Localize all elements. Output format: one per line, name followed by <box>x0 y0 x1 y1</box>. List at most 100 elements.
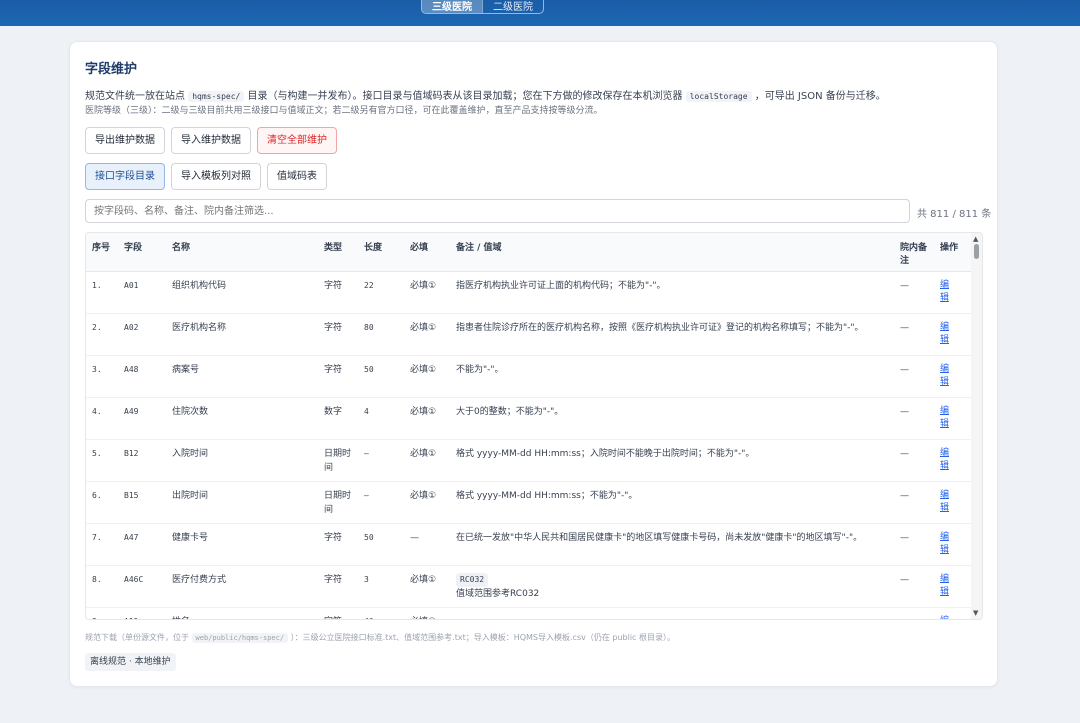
cell-type: 字符 <box>324 532 343 543</box>
cell-action: 编辑 <box>934 607 972 620</box>
cell-action: 编辑 <box>934 271 972 313</box>
cell-length: 40 <box>358 607 404 620</box>
cell-length: — <box>364 490 369 500</box>
scroll-thumb[interactable] <box>974 244 979 259</box>
value-range-text: 值域范围参考RC032 <box>456 588 540 599</box>
cell-action: 编辑 <box>934 439 972 481</box>
cell-code: A11 <box>118 607 166 620</box>
cell-no: 3. <box>92 364 102 374</box>
cell-note: 指医疗机构执业许可证上面的机构代码；不能为"-"。 <box>456 280 666 291</box>
cell-name: 住院次数 <box>172 406 209 417</box>
maintenance-actions: 导出维护数据 导入维护数据 清空全部维护 <box>85 127 337 154</box>
edit-link[interactable]: 编辑 <box>940 489 950 515</box>
cell-name: 组织机构代码 <box>172 280 227 291</box>
cell-required: 必填① <box>410 322 437 333</box>
cell-no: 9. <box>86 607 118 620</box>
cell-length: — <box>364 448 369 458</box>
cell-name: 姓名 <box>166 607 318 620</box>
cell-no: 2. <box>92 322 102 332</box>
table-scrollbar[interactable]: ▲ ▼ <box>971 233 982 619</box>
cell-hospital-note: — <box>900 574 909 585</box>
cell-action: 编辑 <box>934 565 972 607</box>
cell-type: 日期时间 <box>324 448 352 473</box>
filter-input[interactable] <box>85 199 910 223</box>
level-tab-tertiary[interactable]: 三级医院 <box>422 0 482 13</box>
cell-note: 格式 yyyy-MM-dd HH:mm:ss；不能为"-"。 <box>456 490 638 501</box>
cell-no: 1. <box>92 280 102 290</box>
field-maintenance-card: 字段维护 规范文件统一放在站点 hqms-spec/ 目录（与构建一并发布）。接… <box>69 41 998 687</box>
page-title: 字段维护 <box>85 62 138 77</box>
cell-hospital-note: — <box>900 490 909 501</box>
col-header-action: 操作 <box>934 233 972 272</box>
table-row: 4. A49 住院次数 数字 4 必填① 大于0的整数；不能为"-"。 — 编辑 <box>86 397 972 439</box>
edit-link[interactable]: 编辑 <box>940 363 950 389</box>
cell-code: B15 <box>124 490 139 500</box>
cell-length: 50 <box>364 532 374 542</box>
edit-link[interactable]: 编辑 <box>940 279 950 305</box>
cell-name: 入院时间 <box>172 448 209 459</box>
cell-name: 医疗机构名称 <box>172 322 227 333</box>
tab-value-codes[interactable]: 值域码表 <box>267 163 327 190</box>
cell-required: 必填① <box>410 280 437 291</box>
cell-hospital-note: — <box>900 532 909 543</box>
cell-hospital-note: — <box>900 322 909 333</box>
scroll-up-icon[interactable]: ▲ <box>973 235 978 243</box>
cell-type: 字符 <box>318 607 358 620</box>
table-row: 6. B15 出院时间 日期时间 — 必填① 格式 yyyy-MM-dd HH:mm:ss；… <box>86 481 972 523</box>
export-button[interactable]: 导出维护数据 <box>85 127 165 154</box>
col-header-note: 备注 / 值域 <box>450 233 894 272</box>
tab-template-mapping[interactable]: 导入模板列对照 <box>171 163 261 190</box>
cell-hospital-note: — <box>894 607 934 620</box>
col-header-no: 序号 <box>86 233 118 272</box>
edit-link[interactable]: 编辑 <box>940 321 950 347</box>
spec-dir-code: hqms-spec/ <box>188 91 245 102</box>
cell-length: 50 <box>364 364 374 374</box>
cell-required: 必填① <box>410 364 437 375</box>
table-row: 5. B12 入院时间 日期时间 — 必填① 格式 yyyy-MM-dd HH:mm:ss；… <box>86 439 972 481</box>
value-code-tag: RC032 <box>456 572 489 587</box>
cell-name: 出院时间 <box>172 490 209 501</box>
col-header-name: 名称 <box>166 233 318 272</box>
cell-no: 8. <box>92 574 102 584</box>
table-header-row: 序号 字段 名称 类型 长度 必填 备注 / 值域 院内备注 操作 <box>86 233 972 272</box>
cell-note: 指患者住院诊疗所在的医疗机构名称，按照《医疗机构执业许可证》登记的机构名称填写；… <box>456 322 864 333</box>
scroll-down-icon[interactable]: ▼ <box>973 609 978 617</box>
download-footnote: 规范下载（单份源文件，位于 web/public/hqms-spec/ ）：三级… <box>85 633 675 643</box>
cell-hospital-note: — <box>900 448 909 459</box>
cell-required: 必填① <box>410 406 437 417</box>
offline-badge: 离线规范 · 本地维护 <box>85 653 176 671</box>
cell-no: 5. <box>92 448 102 458</box>
cell-code: A02 <box>124 322 139 332</box>
table-row: 9.A11姓名字符40必填① — 编辑 <box>86 607 972 620</box>
cell-length: 3 <box>364 574 369 584</box>
level-description: 医院等级（三级）：二级与三级目前共用三级接口与值域正文；若二级另有官方口径，可在… <box>85 106 603 116</box>
tab-field-catalog[interactable]: 接口字段目录 <box>85 163 165 190</box>
cell-no: 6. <box>92 490 102 500</box>
cell-hospital-note: — <box>900 364 909 375</box>
cell-required: 必填① <box>410 574 437 585</box>
cell-required: — <box>410 532 419 543</box>
cell-action: 编辑 <box>934 523 972 565</box>
cell-note <box>450 607 894 619</box>
cell-code: A46C <box>124 574 144 584</box>
table-row: 8. A46C 医疗付费方式 字符 3 必填① RC032 值域范围参考RC032 — 编辑 <box>86 565 972 607</box>
cell-note: 格式 yyyy-MM-dd HH:mm:ss；入院时间不能晚于出院时间；不能为"… <box>456 448 755 459</box>
edit-link[interactable]: 编辑 <box>940 615 950 620</box>
result-count: 共 811 / 811 条 <box>917 209 992 220</box>
col-header-required: 必填 <box>404 233 450 272</box>
edit-link[interactable]: 编辑 <box>940 405 950 431</box>
edit-link[interactable]: 编辑 <box>940 531 950 557</box>
edit-link[interactable]: 编辑 <box>940 447 950 473</box>
cell-no: 4. <box>92 406 102 416</box>
top-bar: 三级医院 二级医院 <box>0 0 1080 26</box>
cell-action: 编辑 <box>934 397 972 439</box>
cell-code: B12 <box>124 448 139 458</box>
table-row: 2. A02 医疗机构名称 字符 80 必填① 指患者住院诊疗所在的医疗机构名称，按照《医疗… <box>86 313 972 355</box>
clear-all-button[interactable]: 清空全部维护 <box>257 127 337 154</box>
table-row: 7. A47 健康卡号 字符 50 — 在已统一发放"中华人民共和国居民健康卡"的地区填写健… <box>86 523 972 565</box>
level-tab-secondary[interactable]: 二级医院 <box>482 0 543 13</box>
edit-link[interactable]: 编辑 <box>940 573 950 599</box>
import-button[interactable]: 导入维护数据 <box>171 127 251 154</box>
cell-type: 字符 <box>324 364 343 375</box>
cell-note: RC032 值域范围参考RC032 <box>450 565 894 607</box>
